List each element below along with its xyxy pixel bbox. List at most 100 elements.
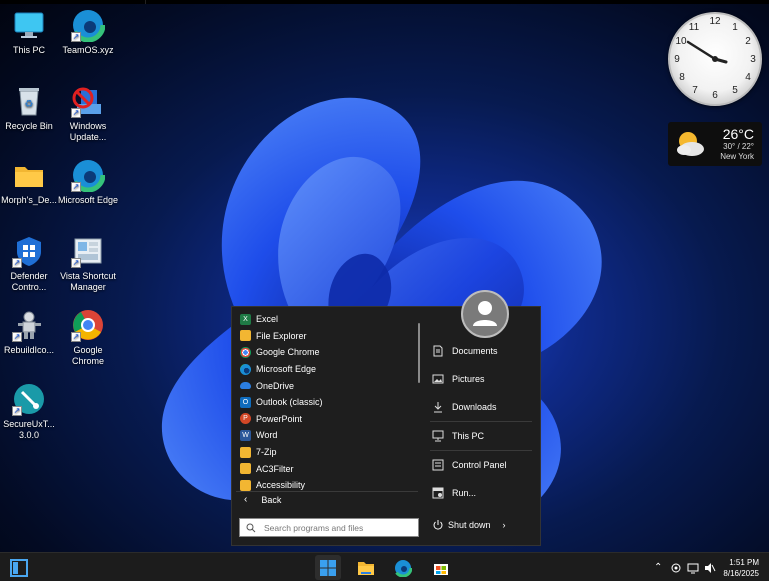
- folder-icon: [240, 446, 251, 458]
- list-item-microsoft-edge[interactable]: Microsoft Edge: [236, 361, 422, 378]
- list-item-excel[interactable]: X Excel: [236, 311, 422, 328]
- right-item-documents[interactable]: Documents: [428, 337, 534, 365]
- program-list: X Excel File Explorer Google Chrome Micro…: [236, 311, 422, 491]
- taskbar-file-explorer[interactable]: [353, 555, 379, 580]
- list-item-ac3filter[interactable]: AC3Filter: [236, 460, 422, 477]
- desktop-icon-vista-shortcut-manager[interactable]: ↗ Vista Shortcut Manager: [57, 234, 119, 293]
- right-item-downloads[interactable]: Downloads: [428, 393, 534, 421]
- list-item-outlook[interactable]: O Outlook (classic): [236, 394, 422, 411]
- recycle-bin-icon: ♻: [12, 84, 46, 118]
- folder-icon: [240, 463, 251, 475]
- defender-shield-icon: ↗: [12, 234, 46, 268]
- desktop-icon-teamos[interactable]: ↗ TeamOS.xyz: [57, 7, 119, 56]
- taskbar-time: 1:51 PM: [729, 558, 759, 567]
- desktop-icon-microsoft-edge[interactable]: ↗ Microsoft Edge: [57, 157, 119, 206]
- windows-logo-icon: [320, 559, 336, 576]
- store-icon: [434, 563, 448, 575]
- right-item-control-panel[interactable]: Control Panel: [428, 451, 534, 479]
- desktop-icon-rebuildicon[interactable]: ↗ RebuildIco...: [0, 308, 60, 356]
- list-item-google-chrome[interactable]: Google Chrome: [236, 344, 422, 361]
- search-input[interactable]: Search programs and files: [239, 518, 419, 537]
- word-icon: W: [240, 429, 251, 441]
- list-item-powerpoint[interactable]: P PowerPoint: [236, 411, 422, 428]
- windows-update-blocker-icon: ↗: [71, 84, 105, 118]
- list-item-onedrive[interactable]: OneDrive: [236, 377, 422, 394]
- shortcut-arrow-icon: ↗: [71, 108, 81, 118]
- cloud-icon: [240, 382, 251, 390]
- shortcut-arrow-icon: ↗: [71, 32, 81, 42]
- edge-icon: [240, 363, 251, 375]
- excel-icon: X: [240, 313, 251, 325]
- chevron-up-icon[interactable]: ⌃: [654, 562, 662, 573]
- system-tray: ⌃: [654, 553, 716, 581]
- top-edge: [0, 0, 769, 4]
- taskbar-store[interactable]: [428, 555, 454, 580]
- shortcut-arrow-icon: ↗: [71, 258, 81, 268]
- taskbar: ⌃ 1:51 PM 8/16/2025: [0, 552, 769, 581]
- chrome-icon: ↗: [71, 308, 105, 342]
- folder-icon: [240, 479, 251, 491]
- search-icon: [246, 523, 256, 532]
- user-icon: [473, 301, 497, 326]
- start-icon: [10, 558, 28, 577]
- start-menu: X Excel File Explorer Google Chrome Micro…: [231, 290, 541, 546]
- display-icon[interactable]: [687, 562, 699, 574]
- run-icon: [432, 487, 444, 499]
- right-item-pictures[interactable]: Pictures: [428, 365, 534, 393]
- chrome-icon: [240, 346, 251, 358]
- outlook-icon: O: [240, 396, 251, 408]
- desktop-icon-morphs-folder[interactable]: Morph's_De...: [0, 158, 60, 206]
- secureux-brush-icon: ↗: [12, 382, 46, 416]
- taskbar-windows-button[interactable]: [315, 555, 341, 580]
- list-item-accessibility[interactable]: Accessibility: [236, 477, 422, 491]
- power-icon: [433, 520, 443, 530]
- weather-temperature: 26°C: [722, 126, 754, 142]
- chevron-right-icon[interactable]: ›: [503, 520, 506, 530]
- shortcut-arrow-icon: ↗: [12, 332, 22, 342]
- picture-icon: [432, 374, 444, 384]
- taskbar-edge[interactable]: [390, 555, 416, 580]
- download-icon: [434, 402, 442, 413]
- list-item-file-explorer[interactable]: File Explorer: [236, 328, 422, 345]
- desktop-icon-google-chrome[interactable]: ↗ Google Chrome: [57, 308, 119, 367]
- powerpoint-icon: P: [240, 413, 251, 425]
- desktop-icon-this-pc[interactable]: This PC: [0, 8, 60, 56]
- shortcut-arrow-icon: ↗: [12, 258, 22, 268]
- folder-icon: [12, 158, 46, 192]
- control-panel-icon: [432, 459, 444, 471]
- folder-icon: [240, 330, 251, 342]
- right-item-this-pc[interactable]: This PC: [428, 422, 534, 450]
- desktop-icon-recycle-bin[interactable]: ♻ Recycle Bin: [0, 84, 60, 132]
- right-item-run[interactable]: Run...: [428, 479, 534, 507]
- user-avatar[interactable]: [461, 290, 509, 338]
- shortcut-arrow-icon: ↗: [12, 406, 22, 416]
- desktop-icon-defender-control[interactable]: ↗ Defender Contro...: [0, 234, 60, 293]
- svg-text:♻: ♻: [25, 99, 34, 110]
- edge-icon: ↗: [70, 7, 106, 43]
- list-item-word[interactable]: W Word: [236, 427, 422, 444]
- edge-icon: [394, 558, 412, 577]
- desktop-icon-secureuxtheme[interactable]: ↗ SecureUxT... 3.0.0: [0, 382, 60, 441]
- folder-icon: [358, 561, 374, 575]
- shutdown-button[interactable]: Shut down ›: [432, 519, 506, 531]
- weather-city: New York: [720, 152, 754, 161]
- program-list-scrollbar[interactable]: [418, 323, 420, 383]
- monitor-icon: [12, 8, 46, 42]
- shortcut-arrow-icon: ↗: [71, 182, 81, 192]
- weather-widget[interactable]: 26°C 30° / 22° New York: [668, 122, 762, 166]
- volume-muted-icon[interactable]: [704, 562, 716, 574]
- list-item-7zip[interactable]: 7-Zip: [236, 444, 422, 461]
- chevron-left-icon: ‹: [244, 494, 248, 505]
- divider: [236, 491, 418, 492]
- partly-cloudy-icon: [677, 132, 704, 156]
- robot-icon: ↗: [12, 308, 46, 342]
- start-right-column: Documents Pictures Downloads This PC Con…: [428, 337, 534, 507]
- analog-clock-widget[interactable]: 12 1 2 3 4 5 6 7 8 9 10 11: [668, 12, 762, 106]
- network-settings-icon[interactable]: [670, 562, 682, 574]
- clock-hands: [686, 40, 728, 64]
- taskbar-clock[interactable]: 1:51 PM 8/16/2025: [723, 557, 759, 579]
- back-button[interactable]: ‹ Back: [244, 494, 281, 505]
- desktop-icon-windows-update[interactable]: ↗ Windows Update...: [57, 84, 119, 143]
- shortcut-arrow-icon: ↗: [71, 332, 81, 342]
- start-button[interactable]: [6, 555, 32, 580]
